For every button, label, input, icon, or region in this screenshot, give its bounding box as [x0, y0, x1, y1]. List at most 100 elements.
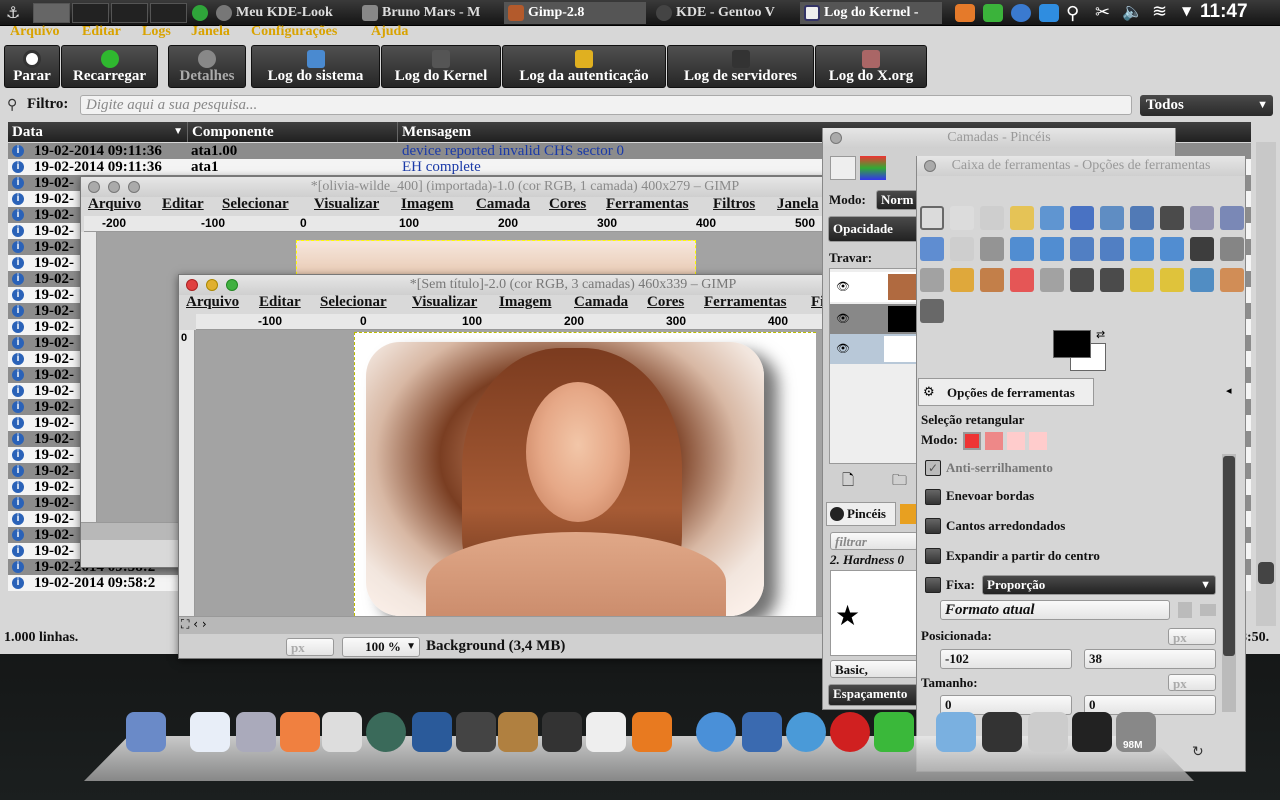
- gimp-filmstrip-icon[interactable]: [982, 712, 1022, 752]
- minimize-button[interactable]: [206, 279, 218, 291]
- maximize-button[interactable]: [128, 181, 140, 193]
- reset-icon[interactable]: ↻: [1192, 744, 1204, 760]
- portrait-toggle-icon[interactable]: [1178, 602, 1192, 618]
- gimp-front-hscroll[interactable]: [179, 616, 827, 634]
- task-bruno-mars[interactable]: Bruno Mars - M: [358, 2, 500, 24]
- safari-icon[interactable]: [786, 712, 826, 752]
- mode-select[interactable]: Norm: [876, 190, 920, 210]
- chess-icon[interactable]: [586, 712, 626, 752]
- gimp-back-menu-item[interactable]: Imagem: [401, 196, 454, 213]
- flip-tool-icon[interactable]: [1130, 237, 1154, 261]
- column-date[interactable]: Data ▼: [8, 122, 188, 142]
- network-icon[interactable]: ⚲: [1066, 3, 1079, 24]
- menu-editar[interactable]: Editar: [82, 24, 121, 40]
- task-kde-gentoo[interactable]: KDE - Gentoo V: [652, 2, 794, 24]
- ink-tool-icon[interactable]: [1070, 268, 1094, 292]
- format-input[interactable]: Formato atual: [940, 600, 1170, 620]
- desktop-switcher-icon[interactable]: [1072, 712, 1112, 752]
- menu-arquivo[interactable]: Arquivo: [10, 24, 60, 40]
- airbrush-tool-icon[interactable]: [1040, 268, 1064, 292]
- gimp-front-menu-item[interactable]: Editar: [259, 294, 301, 311]
- steam-icon[interactable]: [542, 712, 582, 752]
- video-icon[interactable]: [236, 712, 276, 752]
- blend-tool-icon[interactable]: [920, 268, 944, 292]
- ellipse-select-tool-icon[interactable]: [950, 206, 974, 230]
- paintbrush-tool-icon[interactable]: [980, 268, 1004, 292]
- close-button[interactable]: [924, 160, 936, 172]
- spacing-slider[interactable]: Espaçamento: [828, 684, 920, 706]
- color-select-tool-icon[interactable]: [1040, 206, 1064, 230]
- new-layer-icon[interactable]: 🗋: [842, 470, 854, 495]
- blur-tool-icon[interactable]: [1190, 268, 1214, 292]
- gimp-front-menu-item[interactable]: Camada: [574, 294, 628, 311]
- gimp-back-menu-item[interactable]: Visualizar: [314, 196, 379, 213]
- wifi-icon[interactable]: ≋: [1152, 1, 1167, 22]
- tray-expand-icon[interactable]: ▼: [1182, 4, 1191, 18]
- layers-dock-titlebar[interactable]: Camadas - Pincéis: [823, 128, 1175, 148]
- clone-tool-icon[interactable]: [1100, 268, 1124, 292]
- opacity-slider[interactable]: Opacidade: [828, 216, 920, 242]
- brushes-tab[interactable]: Pincéis: [826, 502, 896, 526]
- task-gimp[interactable]: Gimp-2.8: [504, 2, 646, 24]
- kernel-log-button[interactable]: Log do Kernel: [381, 45, 501, 88]
- foreground-color[interactable]: [1053, 330, 1091, 358]
- foreground-select-tool-icon[interactable]: [1100, 206, 1124, 230]
- crop-tool-icon[interactable]: [980, 237, 1004, 261]
- layer-row-shadow[interactable]: 👁: [830, 304, 918, 334]
- brush-grid[interactable]: ★: [830, 570, 918, 656]
- options-scrollbar[interactable]: [1222, 454, 1236, 712]
- gimp-front-menu-item[interactable]: Visualizar: [412, 294, 477, 311]
- fuzzy-select-tool-icon[interactable]: [1010, 206, 1034, 230]
- dodge-burn-tool-icon[interactable]: [920, 299, 944, 323]
- auth-log-button[interactable]: Log da autenticação: [502, 45, 666, 88]
- gimp-back-menu-item[interactable]: Ferramentas: [606, 196, 688, 213]
- filter-input[interactable]: Digite aqui a sua pesquisa...: [80, 95, 1132, 115]
- toolbox-titlebar[interactable]: Caixa de ferramentas - Opções de ferrame…: [917, 156, 1245, 176]
- thunderbird-icon[interactable]: [742, 712, 782, 752]
- xorg-log-button[interactable]: Log do X.org: [815, 45, 927, 88]
- gimp-back-menu-item[interactable]: Editar: [162, 196, 204, 213]
- mail-icon[interactable]: [1028, 712, 1068, 752]
- column-component[interactable]: Componente: [188, 122, 398, 142]
- chromium-icon[interactable]: [1011, 4, 1031, 22]
- scissors-icon[interactable]: ✂: [1095, 2, 1110, 23]
- cage-tool-icon[interactable]: [1160, 237, 1184, 261]
- zoom-tool-icon[interactable]: [1190, 206, 1214, 230]
- mode-intersect-button[interactable]: [1029, 432, 1047, 450]
- menu-logs[interactable]: Logs: [142, 24, 171, 40]
- layers-tab-icon[interactable]: [830, 156, 856, 180]
- system-log-button[interactable]: Log do sistema: [251, 45, 380, 88]
- rect-select-tool-icon[interactable]: [920, 206, 944, 230]
- finder-icon[interactable]: [126, 712, 166, 752]
- position-x-input[interactable]: -102: [940, 649, 1072, 669]
- menu-configuracoes[interactable]: Configurações: [251, 24, 337, 40]
- gimp-front-titlebar[interactable]: *[Sem título]-2.0 (cor RGB, 3 camadas) 4…: [179, 275, 827, 295]
- tab-menu-icon[interactable]: ◂: [1226, 384, 1232, 397]
- feather-checkbox[interactable]: [925, 489, 941, 505]
- pager-desktop-3[interactable]: [111, 3, 148, 23]
- rounded-corners-checkbox[interactable]: [925, 518, 941, 534]
- check-icon[interactable]: [983, 4, 1003, 22]
- gimp-back-titlebar[interactable]: *[olivia-wilde_400] (importada)-1.0 (cor…: [81, 177, 829, 197]
- document-viewer-icon[interactable]: [190, 712, 230, 752]
- gimp-back-menu-item[interactable]: Selecionar: [222, 196, 289, 213]
- heal-tool-icon[interactable]: [1130, 268, 1154, 292]
- terminal-icon[interactable]: [456, 712, 496, 752]
- gimp-back-menu-item[interactable]: Arquivo: [88, 196, 141, 213]
- clock[interactable]: 11:47: [1200, 1, 1248, 23]
- close-button[interactable]: [830, 132, 842, 144]
- eraser-tool-icon[interactable]: [1010, 268, 1034, 292]
- menu-janela[interactable]: Janela: [191, 24, 230, 40]
- mode-subtract-button[interactable]: [1007, 432, 1025, 450]
- antialias-checkbox[interactable]: ✓: [925, 460, 941, 476]
- size-unit-select[interactable]: px: [1168, 674, 1216, 691]
- task-kde-look[interactable]: Meu KDE-Look: [212, 2, 354, 24]
- position-unit-select[interactable]: px: [1168, 628, 1216, 645]
- eye-icon[interactable]: 👁: [836, 342, 850, 355]
- tool-options-tab[interactable]: ⚙ Opções de ferramentas: [918, 378, 1094, 406]
- stop-button[interactable]: Parar: [4, 45, 60, 88]
- navigate-icon[interactable]: ⛶ ‹ ›: [181, 617, 207, 632]
- lasso-tool-icon[interactable]: [980, 206, 1004, 230]
- bucket-fill-tool-icon[interactable]: [1220, 237, 1244, 261]
- smudge-tool-icon[interactable]: [1220, 268, 1244, 292]
